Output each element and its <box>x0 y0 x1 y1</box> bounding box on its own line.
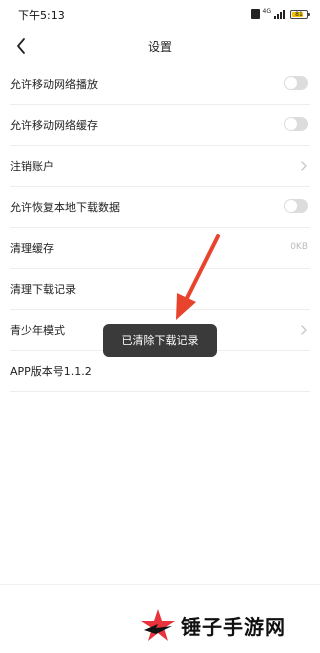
mobile-play-toggle[interactable] <box>284 76 308 90</box>
setting-label: 清理下载记录 <box>10 283 76 296</box>
chevron-right-icon <box>301 161 307 171</box>
status-icons: 4G 81 <box>250 7 310 21</box>
setting-clear-cache[interactable]: 清理缓存 0KB <box>10 228 310 269</box>
watermark-logo-icon <box>141 609 175 641</box>
toast-message: 已清除下载记录 <box>103 324 217 357</box>
setting-mobile-cache[interactable]: 允许移动网络缓存 <box>10 105 310 146</box>
battery-icon: 81 <box>290 9 310 19</box>
page-title: 设置 <box>147 40 172 54</box>
battery-level: 81 <box>295 10 303 18</box>
chevron-right-icon <box>301 325 307 335</box>
status-time: 下午5:13 <box>18 9 65 22</box>
setting-label: 允许移动网络缓存 <box>10 119 98 132</box>
watermark-text: 锤子手游网 <box>181 614 286 639</box>
watermark: 锤子手游网 <box>140 607 286 643</box>
setting-clear-download-history[interactable]: 清理下载记录 <box>10 269 310 310</box>
setting-label: 注销账户 <box>10 160 54 173</box>
setting-mobile-play[interactable]: 允许移动网络播放 <box>10 64 310 105</box>
network-type-label: 4G <box>262 8 271 15</box>
mobile-cache-toggle[interactable] <box>284 117 308 131</box>
signal-icon <box>274 9 285 19</box>
setting-label: 允许恢复本地下载数据 <box>10 201 120 214</box>
status-bar: 下午5:13 4G 81 <box>0 0 320 28</box>
setting-delete-account[interactable]: 注销账户 <box>10 146 310 187</box>
cache-size-value: 0KB <box>290 242 308 252</box>
footer-divider <box>0 584 320 585</box>
setting-label: 允许移动网络播放 <box>10 78 98 91</box>
header: 设置 <box>0 28 320 64</box>
setting-label: 清理缓存 <box>10 242 54 255</box>
setting-app-version: APP版本号1.1.2 <box>10 351 310 392</box>
hd-icon <box>250 9 260 19</box>
setting-label: 青少年模式 <box>10 324 65 337</box>
app-version-label: APP版本号1.1.2 <box>10 365 92 378</box>
setting-restore-downloads[interactable]: 允许恢复本地下载数据 <box>10 187 310 228</box>
restore-downloads-toggle[interactable] <box>284 199 308 213</box>
